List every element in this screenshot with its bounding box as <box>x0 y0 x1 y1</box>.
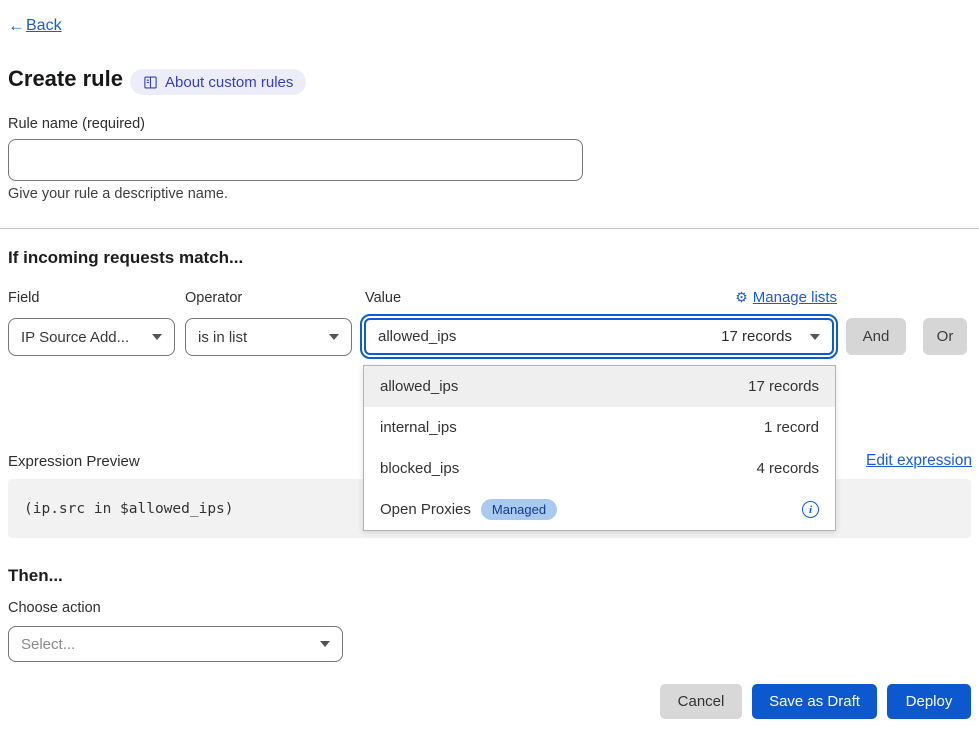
section-divider <box>0 228 979 229</box>
field-select[interactable]: IP Source Add... <box>8 318 175 356</box>
deploy-button[interactable]: Deploy <box>887 684 971 719</box>
or-button[interactable]: Or <box>923 318 967 355</box>
list-item-count: 17 records <box>748 378 819 395</box>
list-item-count: 1 record <box>764 419 819 436</box>
chevron-down-icon <box>810 334 820 340</box>
manage-lists-link[interactable]: ⚙ Manage lists <box>735 289 837 306</box>
value-selected-name: allowed_ips <box>378 328 721 345</box>
list-item-name: internal_ips <box>380 419 457 436</box>
expression-code: (ip.src in $allowed_ips) <box>24 501 234 517</box>
gear-icon: ⚙ <box>735 289 748 306</box>
then-section-heading: Then... <box>8 566 63 586</box>
save-as-draft-button[interactable]: Save as Draft <box>752 684 877 719</box>
value-combobox-focus-ring: allowed_ips 17 records <box>360 314 838 359</box>
chevron-down-icon <box>152 334 162 340</box>
field-column-label: Field <box>8 290 39 306</box>
book-icon <box>143 75 158 90</box>
info-icon[interactable]: i <box>802 501 819 518</box>
list-item-internal-ips[interactable]: internal_ips 1 record <box>364 407 835 448</box>
page-title: Create rule <box>8 66 123 92</box>
list-item-name: allowed_ips <box>380 378 458 395</box>
back-arrow-icon: ← <box>8 16 25 36</box>
value-selected-count: 17 records <box>721 328 792 345</box>
back-link[interactable]: ←Back <box>8 16 62 36</box>
rule-name-input[interactable] <box>8 139 583 181</box>
cancel-button[interactable]: Cancel <box>660 684 742 719</box>
value-column-label: Value <box>365 290 401 306</box>
list-item-open-proxies[interactable]: Open Proxies Managed i <box>364 489 835 530</box>
value-combobox[interactable]: allowed_ips 17 records <box>364 318 834 355</box>
operator-select-value: is in list <box>198 329 321 346</box>
action-select[interactable]: Select... <box>8 626 343 662</box>
list-item-name: Open Proxies <box>380 501 471 518</box>
operator-column-label: Operator <box>185 290 242 306</box>
about-custom-rules-label: About custom rules <box>165 74 293 91</box>
value-dropdown-panel: allowed_ips 17 records internal_ips 1 re… <box>363 365 836 531</box>
action-select-placeholder: Select... <box>21 636 312 653</box>
list-item-blocked-ips[interactable]: blocked_ips 4 records <box>364 448 835 489</box>
rule-name-helper: Give your rule a descriptive name. <box>8 186 228 202</box>
rule-name-label: Rule name (required) <box>8 116 145 132</box>
expression-preview-label: Expression Preview <box>8 453 140 470</box>
list-item-count: 4 records <box>756 460 819 477</box>
match-section-heading: If incoming requests match... <box>8 248 243 268</box>
edit-expression-link[interactable]: Edit expression <box>866 452 972 470</box>
back-label: Back <box>26 17 62 35</box>
chevron-down-icon <box>320 641 330 647</box>
list-item-name: blocked_ips <box>380 460 459 477</box>
field-select-value: IP Source Add... <box>21 329 144 346</box>
choose-action-label: Choose action <box>8 600 101 616</box>
about-custom-rules-link[interactable]: About custom rules <box>130 69 306 95</box>
chevron-down-icon <box>329 334 339 340</box>
and-button[interactable]: And <box>846 318 906 355</box>
manage-lists-label: Manage lists <box>753 289 837 306</box>
operator-select[interactable]: is in list <box>185 318 352 356</box>
managed-badge: Managed <box>481 499 557 520</box>
list-item-allowed-ips[interactable]: allowed_ips 17 records <box>364 366 835 407</box>
